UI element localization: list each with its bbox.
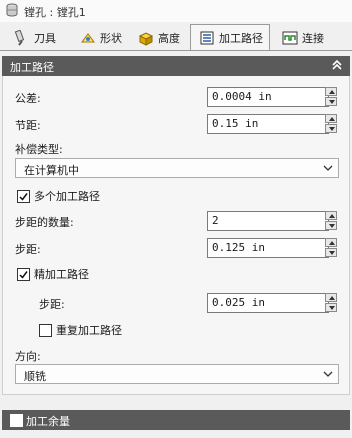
- repeat-finish-checkbox[interactable]: 重复加工路径: [39, 322, 122, 338]
- height-icon: [138, 31, 154, 46]
- step-down-button[interactable]: [325, 248, 337, 257]
- stock-to-leave-checkbox[interactable]: [10, 414, 23, 427]
- repeat-finish-label: 重复加工路径: [56, 324, 122, 337]
- tolerance-up-button[interactable]: [325, 87, 337, 96]
- tab-passes[interactable]: 加工路径: [190, 24, 270, 50]
- compensation-dropdown[interactable]: 在计算机中: [15, 158, 339, 178]
- title-bar: 镗孔 : 镗孔1: [0, 0, 352, 22]
- arrow-down-icon: [329, 224, 335, 228]
- tab-tool[interactable]: 刀具: [14, 26, 56, 49]
- shape-icon: [81, 32, 95, 42]
- hole-icon: [6, 3, 18, 17]
- arrow-down-icon: [329, 306, 335, 310]
- checkmark-icon: [19, 270, 28, 279]
- step-up-button[interactable]: [325, 238, 337, 247]
- tab-bar: 刀具 形状 高度 加工路径 连接: [0, 24, 352, 51]
- tab-shape[interactable]: 形状: [80, 26, 122, 49]
- direction-selected: 顺铣: [24, 370, 46, 383]
- num-steps-label: 步距的数量:: [15, 216, 74, 229]
- finish-step-label: 步距:: [39, 298, 65, 311]
- num-steps-up-button[interactable]: [325, 211, 337, 220]
- repeat-finish-box[interactable]: [39, 323, 52, 337]
- direction-label: 方向:: [15, 350, 41, 363]
- stock-to-leave-header[interactable]: 加工余量: [2, 410, 350, 430]
- section-header[interactable]: 加工路径: [2, 56, 350, 76]
- section-title: 加工路径: [10, 61, 54, 74]
- direction-dropdown[interactable]: 顺铣: [15, 364, 339, 384]
- window-title: 镗孔 : 镗孔1: [24, 6, 86, 19]
- compensation-selected: 在计算机中: [24, 164, 79, 177]
- arrow-down-icon: [329, 251, 335, 255]
- tab-shape-label: 形状: [100, 31, 122, 45]
- finish-step-up-button[interactable]: [325, 293, 337, 302]
- linking-icon: [282, 31, 298, 44]
- tool-icon: [14, 29, 25, 46]
- num-steps-down-button[interactable]: [325, 221, 337, 230]
- stepover-field[interactable]: 0.15 in: [207, 114, 329, 134]
- finish-step-field[interactable]: 0.025 in: [207, 293, 329, 313]
- multiple-passes-box[interactable]: [17, 189, 30, 203]
- chevron-down-icon: [323, 371, 333, 377]
- tolerance-field[interactable]: 0.0004 in: [207, 87, 329, 107]
- num-steps-field[interactable]: 2: [207, 211, 329, 231]
- tab-tool-label: 刀具: [34, 31, 56, 45]
- double-chevron-up-icon[interactable]: [330, 58, 344, 72]
- arrow-down-icon: [329, 100, 335, 104]
- arrow-up-icon: [329, 214, 335, 218]
- stock-to-leave-label: 加工余量: [26, 415, 70, 428]
- stepover-label: 节距:: [15, 119, 41, 132]
- tab-passes-label: 加工路径: [219, 31, 263, 45]
- arrow-up-icon: [329, 241, 335, 245]
- arrow-down-icon: [329, 127, 335, 131]
- tab-linking-label: 连接: [302, 31, 324, 45]
- arrow-up-icon: [329, 296, 335, 300]
- finish-pass-checkbox[interactable]: 精加工路径: [17, 266, 89, 282]
- passes-icon: [200, 31, 214, 44]
- tolerance-down-button[interactable]: [325, 97, 337, 106]
- chevron-down-icon: [323, 165, 333, 171]
- tab-height[interactable]: 高度: [138, 26, 180, 49]
- finish-pass-label: 精加工路径: [34, 268, 89, 281]
- arrow-up-icon: [329, 90, 335, 94]
- tolerance-label: 公差:: [15, 92, 41, 105]
- tab-linking[interactable]: 连接: [282, 26, 324, 49]
- finish-step-down-button[interactable]: [325, 303, 337, 312]
- multiple-passes-label: 多个加工路径: [34, 190, 100, 203]
- step-field[interactable]: 0.125 in: [207, 238, 329, 258]
- multiple-passes-checkbox[interactable]: 多个加工路径: [17, 188, 100, 204]
- tab-height-label: 高度: [158, 31, 180, 45]
- passes-panel: 公差: 0.0004 in 节距: 0.15 in 补偿类型: 在计算机中 多个…: [2, 76, 350, 395]
- checkmark-icon: [19, 192, 28, 201]
- arrow-up-icon: [329, 117, 335, 121]
- step-label: 步距:: [15, 243, 41, 256]
- stepover-up-button[interactable]: [325, 114, 337, 123]
- compensation-label: 补偿类型:: [15, 143, 63, 156]
- finish-pass-box[interactable]: [17, 267, 30, 281]
- stepover-down-button[interactable]: [325, 124, 337, 133]
